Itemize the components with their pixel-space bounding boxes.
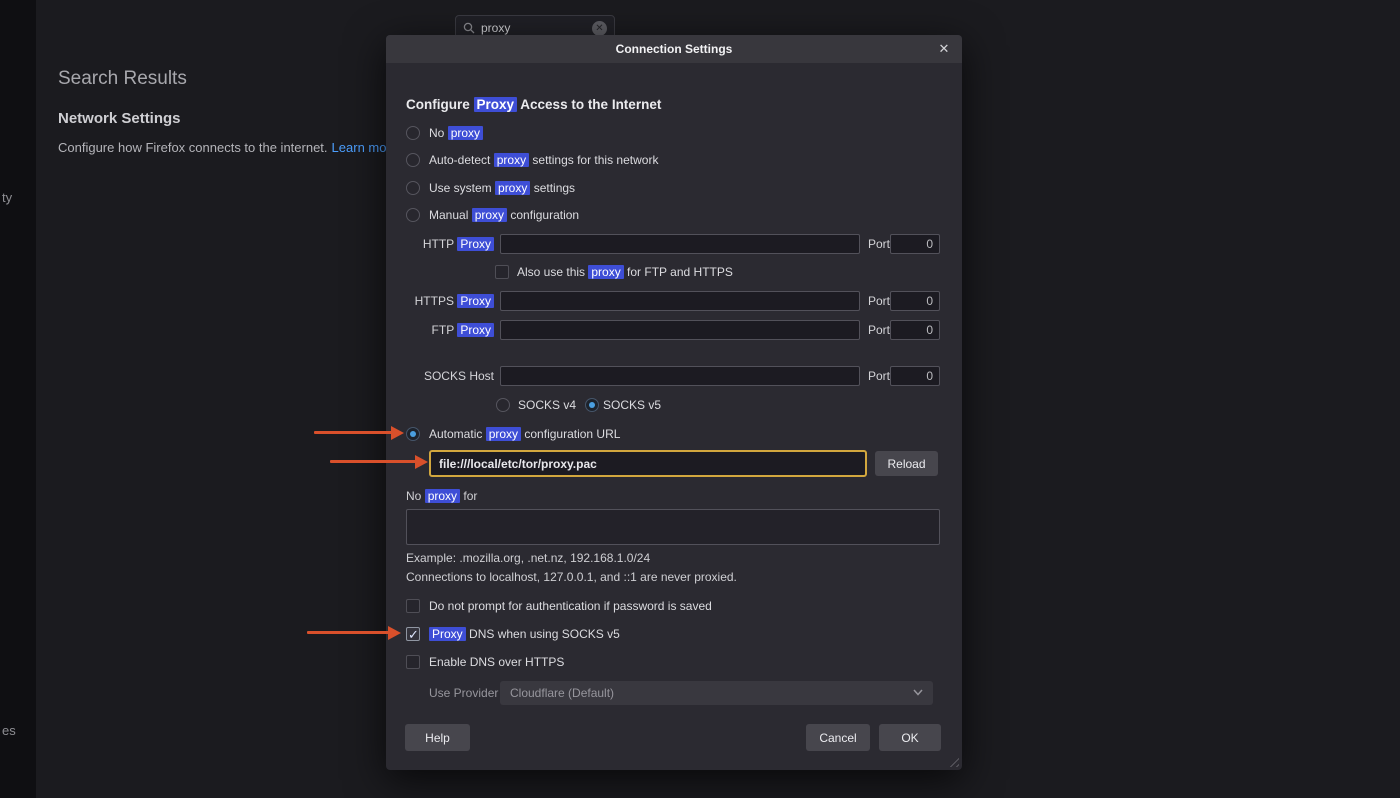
no-proxy-for-textarea[interactable]	[406, 509, 940, 545]
ftp-port-input[interactable]	[890, 320, 940, 340]
page-title: Search Results	[58, 68, 187, 90]
automatic-proxy-url-radio[interactable]	[406, 427, 420, 441]
dns-over-https-checkbox[interactable]	[406, 655, 420, 669]
radio-row-no-proxy: No proxy	[386, 123, 962, 143]
socks-host-input[interactable]	[500, 366, 860, 386]
http-proxy-input[interactable]	[500, 234, 860, 254]
https-proxy-row: HTTPS Proxy Port	[386, 291, 962, 311]
no-auth-prompt-checkbox[interactable]	[406, 599, 420, 613]
socks-port-label: Port	[868, 366, 890, 386]
http-port-label: Port	[868, 234, 890, 254]
no-auth-prompt-label: Do not prompt for authentication if pass…	[429, 596, 712, 616]
dialog-header: Connection Settings ✕	[386, 35, 962, 63]
dns-over-https-label: Enable DNS over HTTPS	[429, 652, 564, 672]
proxy-url-field[interactable]	[429, 450, 867, 477]
socks-port-input[interactable]	[890, 366, 940, 386]
socks-v5-radio[interactable]	[585, 398, 599, 412]
no-proxy-for-label: No proxy for	[406, 486, 477, 506]
network-settings-description: Configure how Firefox connects to the in…	[58, 140, 398, 155]
sidebar-item-fragment-extensions[interactable]: es	[2, 723, 16, 738]
autodetect-proxy-label: Auto-detect proxy settings for this netw…	[429, 150, 658, 170]
sidebar-item-fragment-security[interactable]: ty	[2, 190, 12, 205]
dns-over-https-row: Enable DNS over HTTPS	[386, 652, 962, 672]
also-use-proxy-checkbox[interactable]	[495, 265, 509, 279]
search-icon	[463, 22, 475, 34]
http-proxy-row: HTTP Proxy Port	[386, 234, 962, 254]
no-proxy-label: No proxy	[429, 123, 483, 143]
ftp-proxy-row: FTP Proxy Port	[386, 320, 962, 340]
close-icon[interactable]: ✕	[934, 39, 954, 59]
dialog-title: Connection Settings	[386, 42, 962, 56]
socks-v4-radio[interactable]	[496, 398, 510, 412]
localhost-note-text: Connections to localhost, 127.0.0.1, and…	[406, 567, 737, 587]
manual-proxy-radio[interactable]	[406, 208, 420, 222]
example-text: Example: .mozilla.org, .net.nz, 192.168.…	[406, 548, 650, 568]
http-port-input[interactable]	[890, 234, 940, 254]
autodetect-proxy-radio[interactable]	[406, 153, 420, 167]
network-settings-heading: Network Settings	[58, 110, 181, 127]
cancel-button[interactable]: Cancel	[806, 724, 870, 751]
https-port-label: Port	[868, 291, 890, 311]
reload-button[interactable]: Reload	[875, 451, 938, 476]
radio-row-system-proxy: Use system proxy settings	[386, 178, 962, 198]
https-proxy-input[interactable]	[500, 291, 860, 311]
no-proxy-radio[interactable]	[406, 126, 420, 140]
screen: ty es Search Results Network Settings Co…	[0, 0, 1400, 798]
socks-v4-label: SOCKS v4	[518, 395, 576, 415]
socks-v5-label: SOCKS v5	[603, 395, 661, 415]
help-button[interactable]: Help	[405, 724, 470, 751]
https-proxy-label: HTTPS Proxy	[406, 291, 494, 311]
socks-host-row: SOCKS Host Port	[386, 366, 962, 386]
no-proxy-for-row: No proxy for	[386, 486, 962, 506]
ftp-proxy-input[interactable]	[500, 320, 860, 340]
also-use-proxy-label: Also use this proxy for FTP and HTTPS	[517, 262, 733, 282]
automatic-proxy-url-row: Automatic proxy configuration URL	[386, 424, 962, 444]
ftp-proxy-label: FTP Proxy	[406, 320, 494, 340]
radio-row-autodetect: Auto-detect proxy settings for this netw…	[386, 150, 962, 170]
clear-search-icon[interactable]: ✕	[592, 21, 607, 36]
resize-grip[interactable]	[946, 754, 959, 767]
no-auth-prompt-row: Do not prompt for authentication if pass…	[386, 596, 962, 616]
chevron-down-icon	[913, 689, 923, 696]
dialog-heading: Configure Proxy Access to the Internet	[406, 97, 661, 112]
https-port-input[interactable]	[890, 291, 940, 311]
dns-provider-value: Cloudflare (Default)	[510, 686, 614, 700]
ok-button[interactable]: OK	[879, 724, 941, 751]
system-proxy-label: Use system proxy settings	[429, 178, 575, 198]
also-use-proxy-row: Also use this proxy for FTP and HTTPS	[386, 262, 962, 282]
dns-provider-select[interactable]: Cloudflare (Default)	[500, 681, 933, 705]
use-provider-label: Use Provider	[429, 683, 498, 703]
search-value: proxy	[481, 21, 592, 35]
system-proxy-radio[interactable]	[406, 181, 420, 195]
connection-settings-dialog: Connection Settings ✕ Configure Proxy Ac…	[386, 35, 962, 770]
automatic-proxy-url-label: Automatic proxy configuration URL	[429, 424, 620, 444]
radio-row-manual-proxy: Manual proxy configuration	[386, 205, 962, 225]
socks-version-row: SOCKS v4 SOCKS v5	[386, 395, 962, 415]
http-proxy-label: HTTP Proxy	[406, 234, 494, 254]
proxy-dns-label: Proxy DNS when using SOCKS v5	[429, 624, 620, 644]
proxy-dns-row: Proxy DNS when using SOCKS v5	[386, 624, 962, 644]
socks-host-label: SOCKS Host	[406, 366, 494, 386]
manual-proxy-label: Manual proxy configuration	[429, 205, 579, 225]
proxy-dns-checkbox[interactable]	[406, 627, 420, 641]
ftp-port-label: Port	[868, 320, 890, 340]
